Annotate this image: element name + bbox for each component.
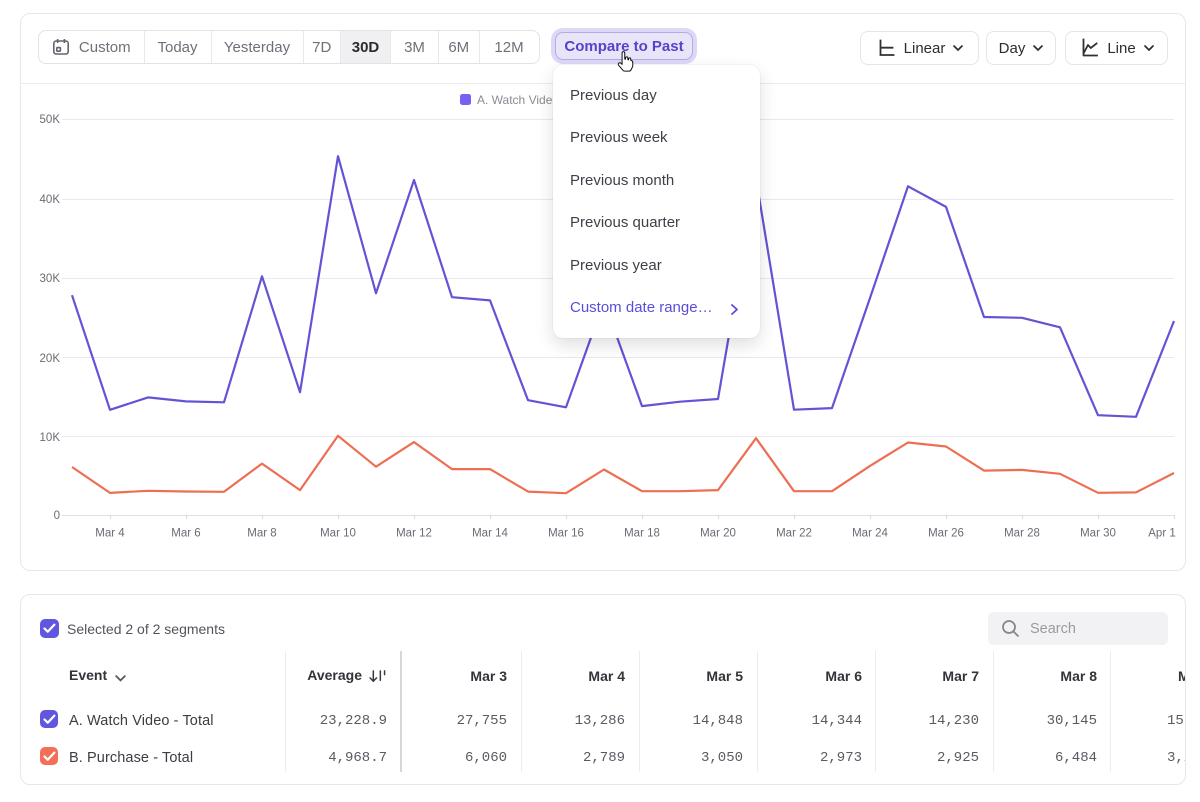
svg-text:Mar 24: Mar 24: [852, 528, 888, 540]
svg-text:Mar 8: Mar 8: [247, 528, 276, 540]
svg-text:Mar 20: Mar 20: [700, 528, 736, 540]
svg-text:Mar 18: Mar 18: [624, 528, 660, 540]
svg-text:Mar 6: Mar 6: [171, 528, 200, 540]
svg-text:Mar 26: Mar 26: [928, 528, 964, 540]
svg-text:0: 0: [54, 510, 60, 522]
svg-text:Mar 28: Mar 28: [1004, 528, 1040, 540]
svg-text:Mar 12: Mar 12: [396, 528, 432, 540]
svg-text:Mar 4: Mar 4: [95, 528, 125, 540]
svg-text:Mar 16: Mar 16: [548, 528, 584, 540]
svg-text:Mar 10: Mar 10: [320, 528, 356, 540]
svg-text:20K: 20K: [40, 353, 61, 365]
svg-text:30K: 30K: [40, 273, 61, 285]
svg-text:50K: 50K: [40, 114, 61, 126]
svg-text:Mar 22: Mar 22: [776, 528, 812, 540]
svg-text:Mar 14: Mar 14: [472, 528, 508, 540]
svg-text:10K: 10K: [40, 432, 61, 444]
svg-text:Apr 1: Apr 1: [1148, 528, 1176, 540]
svg-text:Mar 30: Mar 30: [1080, 528, 1116, 540]
svg-text:40K: 40K: [40, 194, 61, 206]
